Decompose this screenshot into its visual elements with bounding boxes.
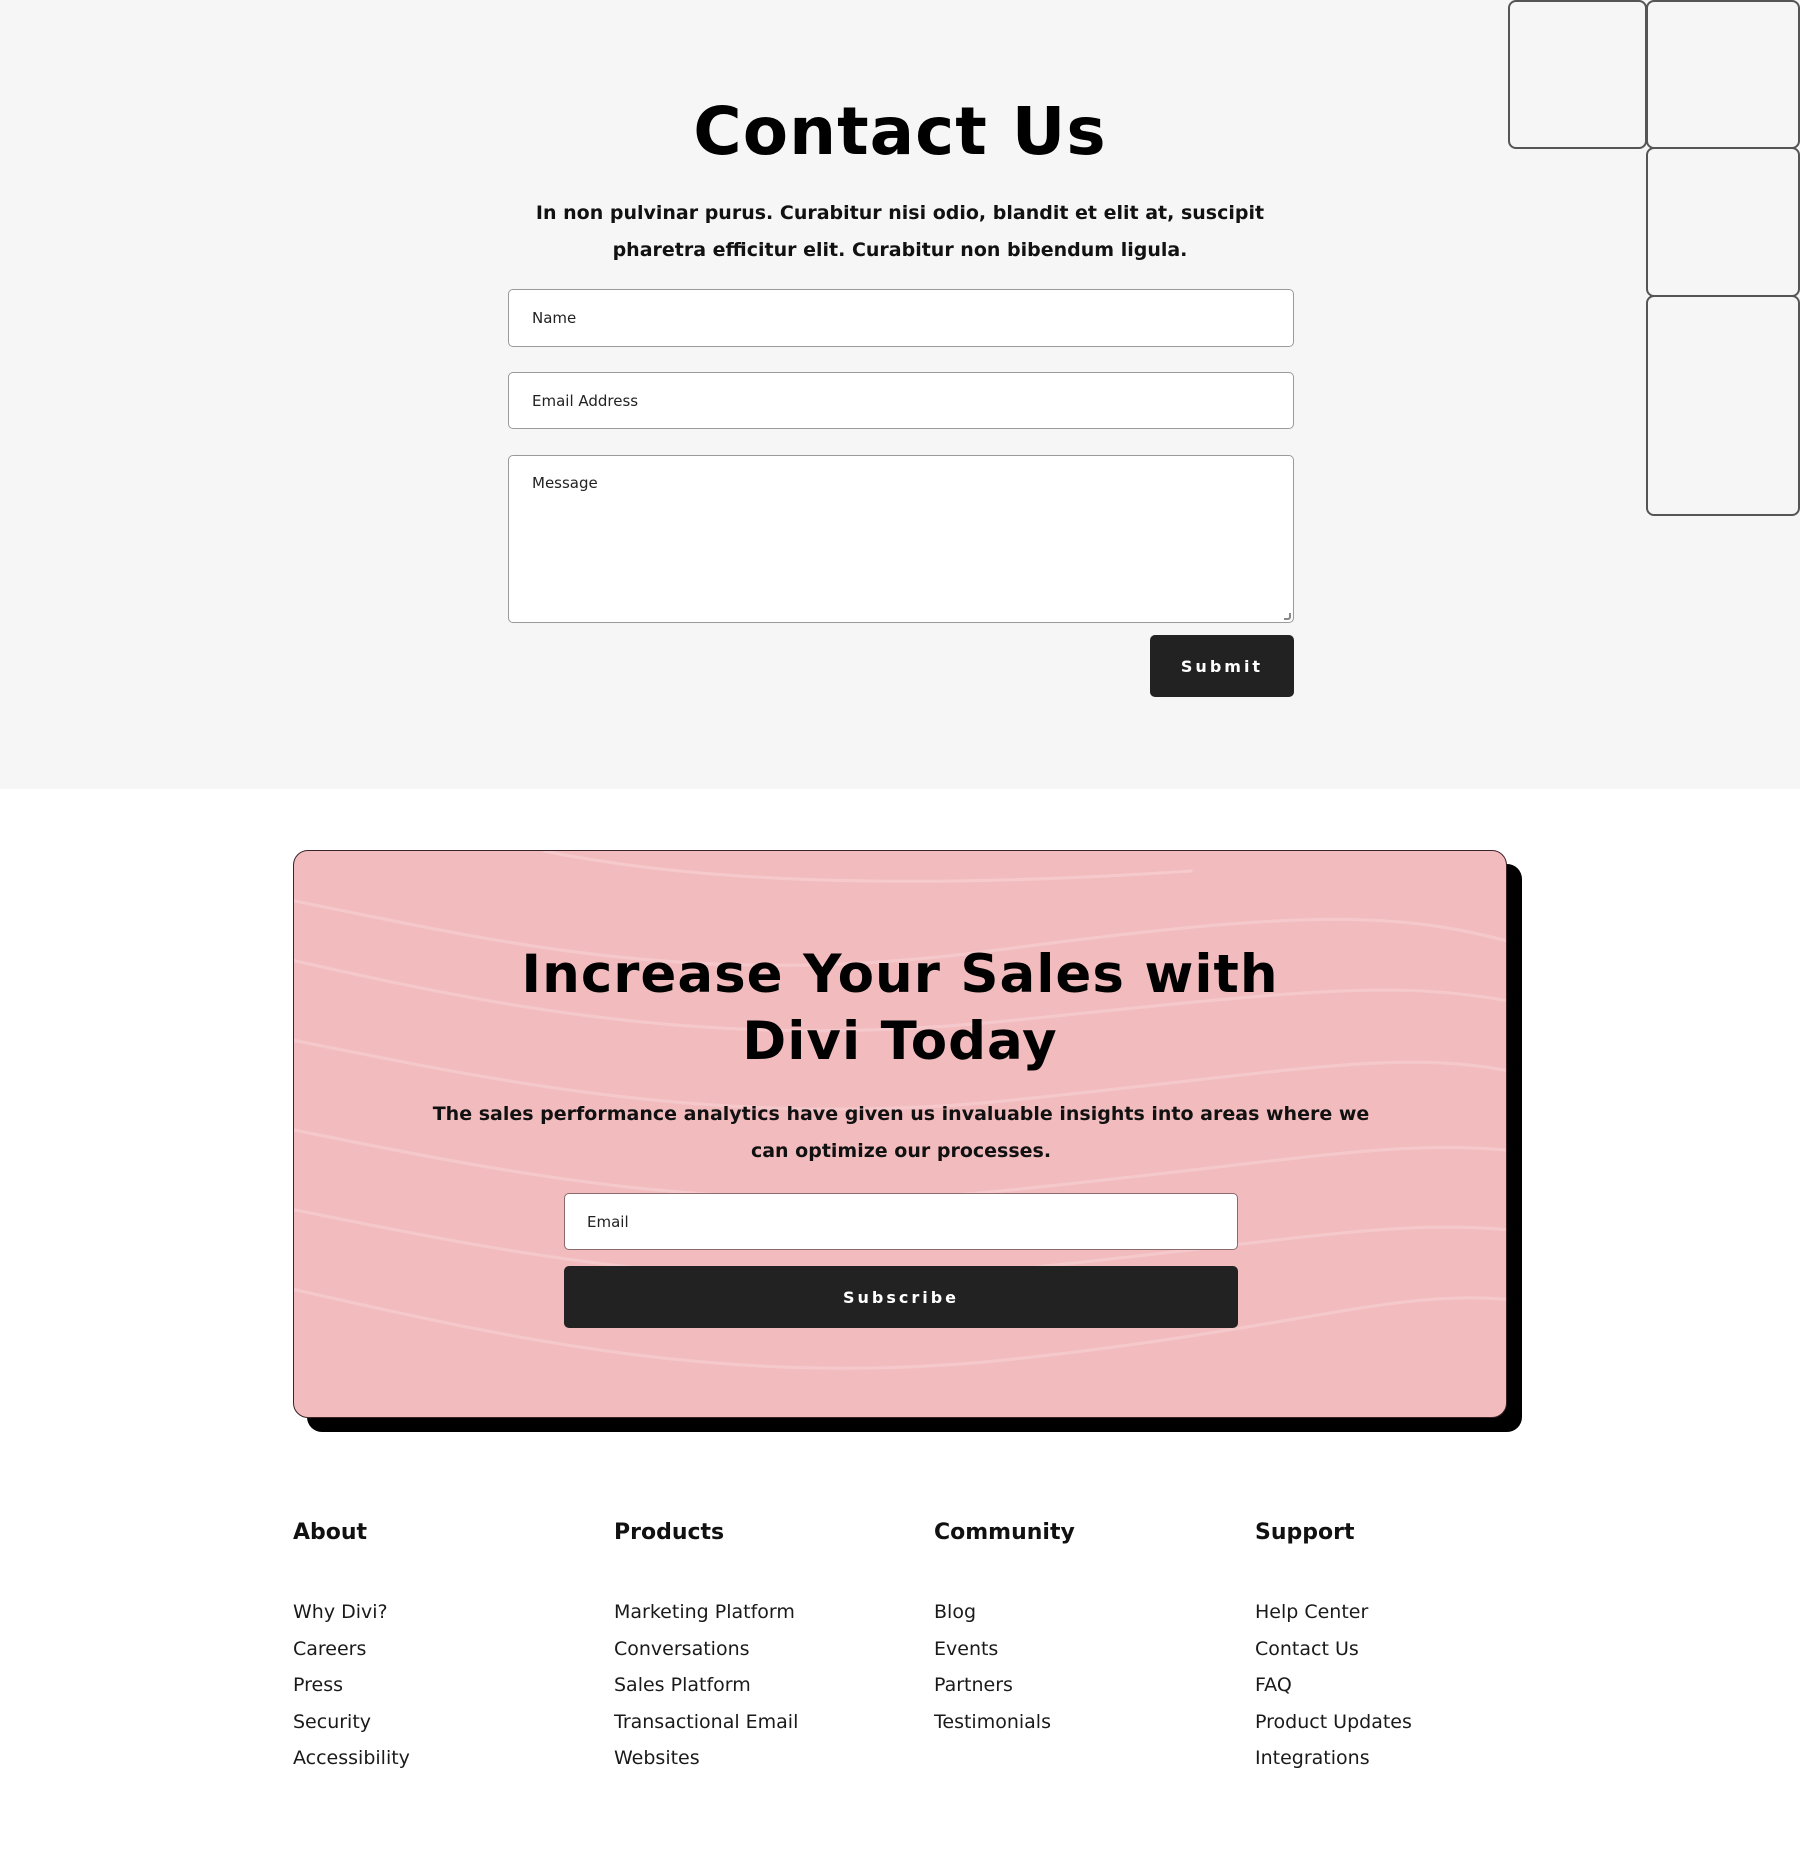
cta-description: The sales performance analytics have giv…: [432, 1103, 1370, 1162]
footer-link[interactable]: Press: [293, 1667, 593, 1704]
footer-link[interactable]: Testimonials: [934, 1704, 1234, 1741]
decorative-tile: [1646, 147, 1800, 297]
footer-link[interactable]: Security: [293, 1704, 593, 1741]
subscribe-email-placeholder: Email: [587, 1212, 629, 1231]
message-placeholder: Message: [532, 474, 598, 492]
footer-column-community: Community Blog Events Partners Testimoni…: [934, 1518, 1234, 1740]
footer-link[interactable]: Integrations: [1255, 1740, 1555, 1777]
footer-column-products: Products Marketing Platform Conversation…: [614, 1518, 914, 1777]
footer-link[interactable]: Websites: [614, 1740, 914, 1777]
subscribe-button[interactable]: Subscribe: [564, 1266, 1238, 1328]
footer-column-about: About Why Divi? Careers Press Security A…: [293, 1518, 593, 1777]
contact-section: Contact Us In non pulvinar purus. Curabi…: [0, 0, 1800, 789]
footer-link[interactable]: Why Divi?: [293, 1594, 593, 1631]
message-textarea[interactable]: Message: [508, 455, 1294, 623]
footer-link[interactable]: Careers: [293, 1631, 593, 1668]
email-address-placeholder: Email Address: [532, 391, 639, 410]
decorative-tile: [1646, 295, 1800, 516]
footer-link[interactable]: Contact Us: [1255, 1631, 1555, 1668]
footer-link[interactable]: Sales Platform: [614, 1667, 914, 1704]
footer-link[interactable]: Conversations: [614, 1631, 914, 1668]
subscribe-email-input[interactable]: Email: [564, 1193, 1238, 1250]
name-input[interactable]: Name: [508, 289, 1294, 347]
footer-heading: Support: [1255, 1520, 1355, 1545]
footer-column-support: Support Help Center Contact Us FAQ Produ…: [1255, 1518, 1555, 1777]
cta-card: Increase Your Sales with Divi Today The …: [293, 850, 1507, 1418]
name-placeholder: Name: [532, 309, 577, 327]
footer-link[interactable]: Blog: [934, 1594, 1234, 1631]
decorative-tile: [1646, 0, 1800, 149]
contact-description: In non pulvinar purus. Curabitur nisi od…: [535, 202, 1265, 261]
email-address-input[interactable]: Email Address: [508, 372, 1294, 429]
wave-line: [543, 851, 1193, 883]
footer-link[interactable]: Partners: [934, 1667, 1234, 1704]
footer-link[interactable]: Events: [934, 1631, 1234, 1668]
cta-title: Increase Your Sales with Divi Today: [521, 944, 1279, 1072]
footer-link[interactable]: FAQ: [1255, 1667, 1555, 1704]
footer-link[interactable]: Help Center: [1255, 1594, 1555, 1631]
resize-handle-icon[interactable]: [1284, 613, 1291, 620]
submit-button[interactable]: Submit: [1150, 635, 1294, 697]
footer-link[interactable]: Transactional Email: [614, 1704, 914, 1741]
footer-link[interactable]: Accessibility: [293, 1740, 593, 1777]
decorative-tile: [1508, 0, 1647, 149]
footer-link[interactable]: Marketing Platform: [614, 1594, 914, 1631]
footer-heading: About: [293, 1520, 368, 1545]
footer-heading: Community: [934, 1520, 1075, 1545]
footer-heading: Products: [614, 1520, 725, 1545]
footer-link[interactable]: Product Updates: [1255, 1704, 1555, 1741]
